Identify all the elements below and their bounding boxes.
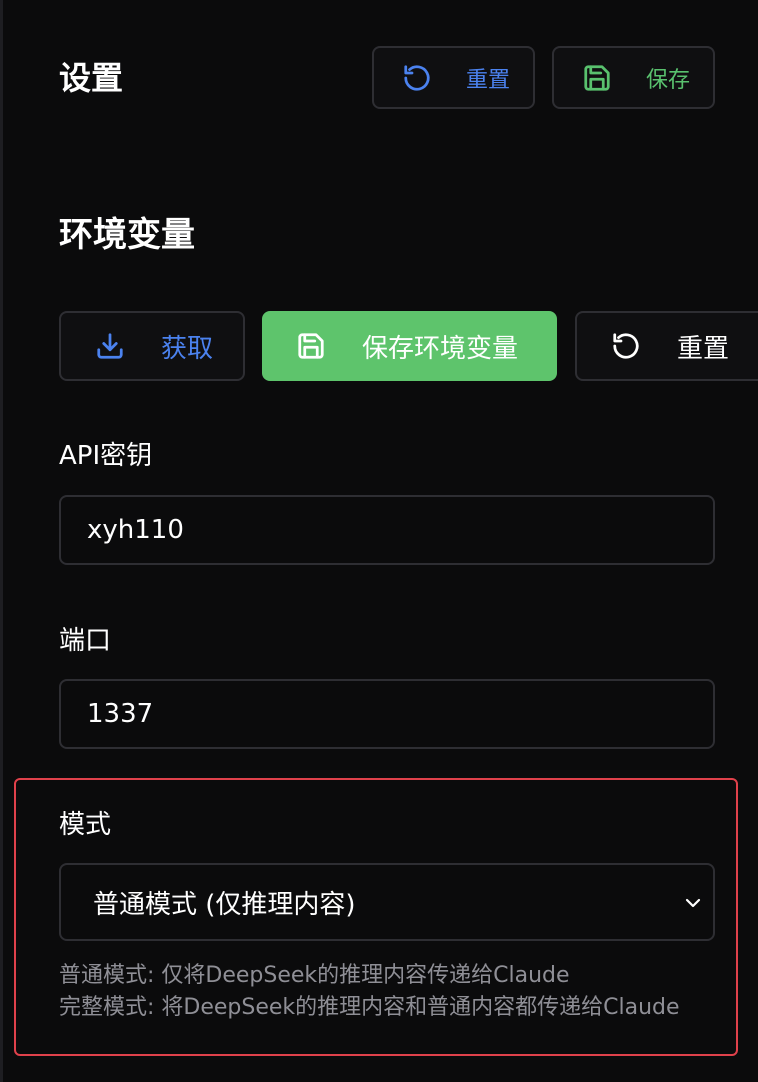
header-reset-button[interactable]: 重置: [372, 46, 535, 109]
save-env-button[interactable]: 保存环境变量: [262, 311, 557, 381]
chevron-down-icon: [681, 891, 705, 922]
rotate-ccw-icon: [611, 331, 641, 361]
floppy-disk-icon: [296, 331, 326, 361]
rotate-ccw-icon: [402, 63, 432, 93]
port-value: 1337: [87, 699, 154, 729]
save-env-label: 保存环境变量: [362, 333, 519, 364]
port-label: 端口: [59, 626, 112, 656]
header-save-label: 保存: [646, 67, 691, 93]
download-icon: [95, 331, 125, 361]
mode-help-text: 普通模式: 仅将DeepSeek的推理内容传递给Claude 完整模式: 将De…: [59, 960, 699, 1024]
header-reset-label: 重置: [466, 67, 511, 93]
api-key-value: xyh110: [87, 515, 184, 545]
settings-page: 设置 重置 保存 环境变量 获取 保存环境变量 重置 API密钥 xyh110 …: [0, 0, 758, 1082]
mode-help-line-normal: 普通模式: 仅将DeepSeek的推理内容传递给Claude: [59, 963, 570, 988]
mode-label: 模式: [59, 810, 112, 840]
port-input[interactable]: 1337: [59, 679, 715, 749]
header-save-button[interactable]: 保存: [552, 46, 715, 109]
fetch-env-button[interactable]: 获取: [59, 311, 245, 381]
api-key-input[interactable]: xyh110: [59, 495, 715, 565]
env-section-title: 环境变量: [59, 215, 195, 255]
reset-env-label: 重置: [677, 333, 730, 364]
fetch-env-label: 获取: [161, 333, 214, 364]
left-panel-edge: [0, 0, 3, 1082]
mode-help-line-full: 完整模式: 将DeepSeek的推理内容和普通内容都传递给Claude: [59, 995, 680, 1020]
page-title: 设置: [59, 59, 124, 97]
floppy-disk-icon: [582, 63, 612, 93]
mode-selected-value: 普通模式 (仅推理内容): [93, 889, 356, 920]
reset-env-button[interactable]: 重置: [575, 311, 758, 381]
mode-select[interactable]: 普通模式 (仅推理内容): [59, 863, 715, 941]
api-key-label: API密钥: [59, 441, 153, 471]
